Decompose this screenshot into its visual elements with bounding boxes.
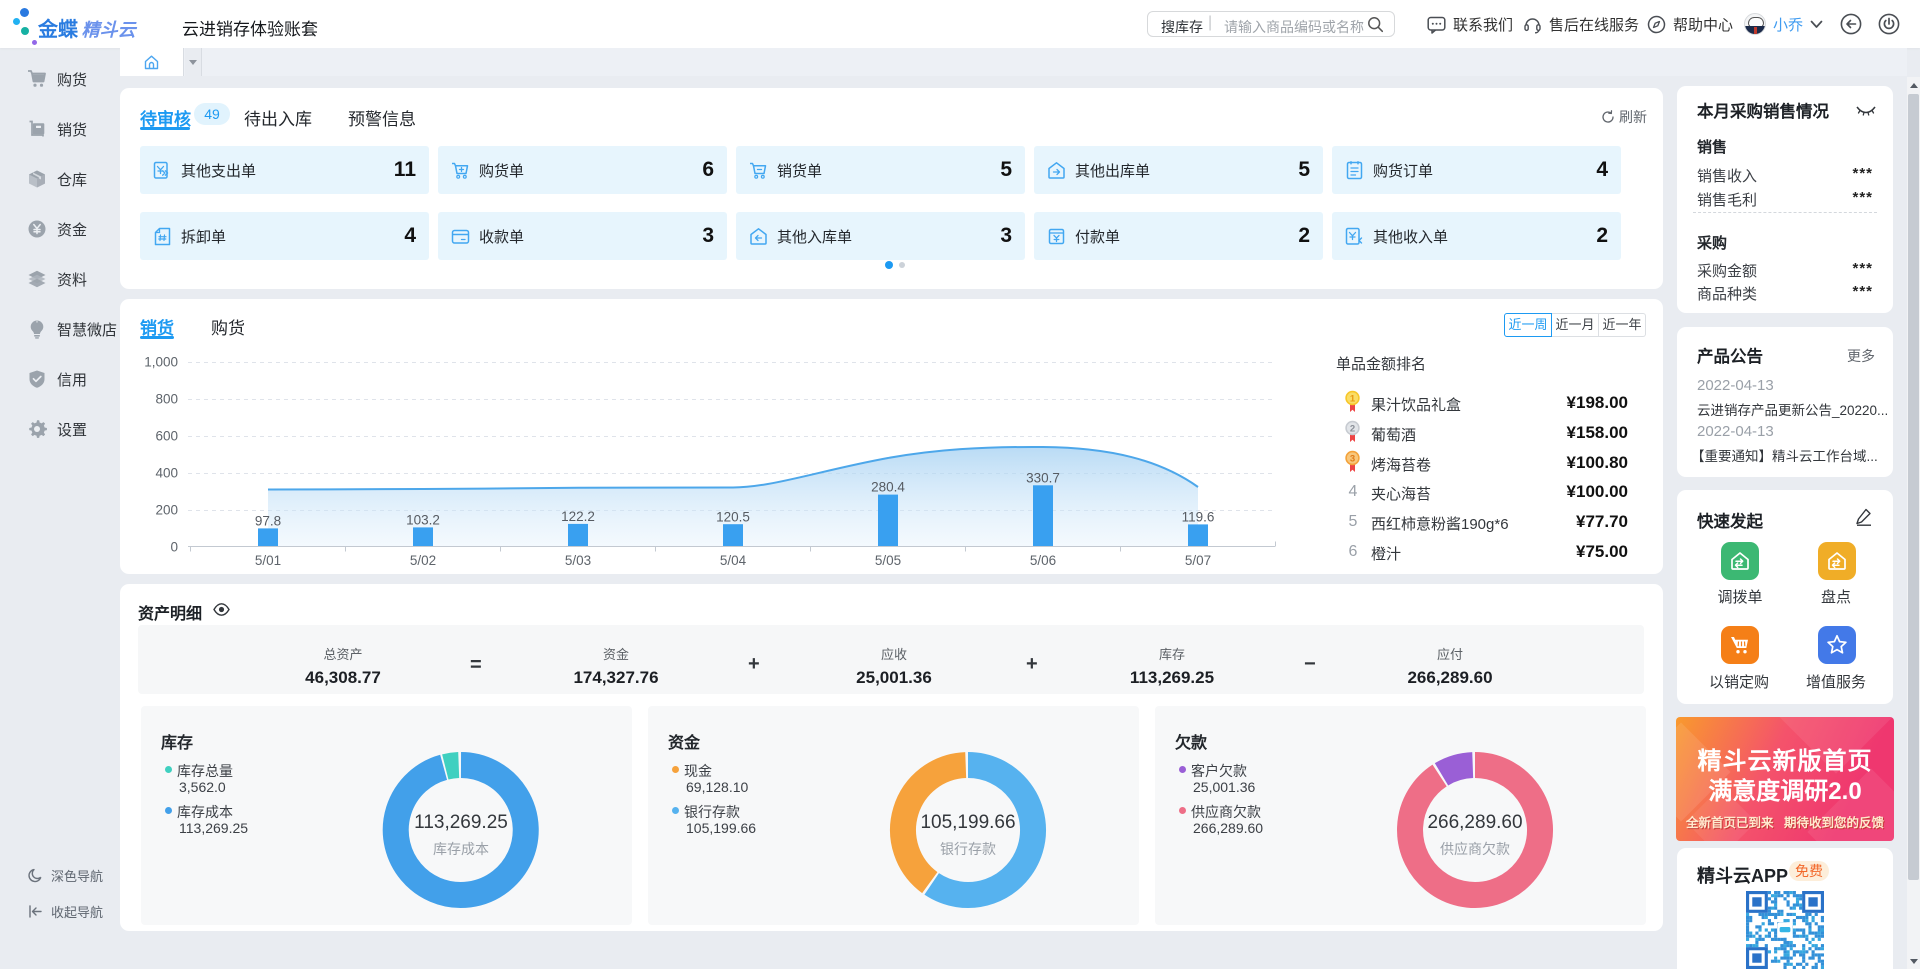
svg-text:103.2: 103.2 bbox=[406, 513, 440, 528]
svg-text:5/02: 5/02 bbox=[410, 553, 436, 568]
svg-text:3: 3 bbox=[1350, 453, 1355, 464]
svg-text:330.7: 330.7 bbox=[1026, 471, 1060, 486]
svg-text:5/04: 5/04 bbox=[720, 553, 747, 568]
svg-text:119.6: 119.6 bbox=[1182, 510, 1215, 525]
svg-text:5/01: 5/01 bbox=[255, 553, 281, 568]
svg-text:200: 200 bbox=[155, 503, 178, 518]
svg-text:120.5: 120.5 bbox=[716, 510, 750, 525]
svg-text:5/06: 5/06 bbox=[1030, 553, 1056, 568]
svg-text:97.8: 97.8 bbox=[255, 514, 281, 529]
svg-text:280.4: 280.4 bbox=[871, 480, 905, 495]
svg-text:5/05: 5/05 bbox=[875, 553, 901, 568]
svg-text:5/03: 5/03 bbox=[565, 553, 591, 568]
svg-text:400: 400 bbox=[155, 466, 178, 481]
svg-text:800: 800 bbox=[155, 392, 178, 407]
svg-text:1: 1 bbox=[1350, 393, 1356, 404]
svg-text:0: 0 bbox=[170, 540, 178, 555]
svg-text:1,000: 1,000 bbox=[144, 355, 178, 370]
svg-text:2: 2 bbox=[1350, 423, 1355, 434]
svg-text:5/07: 5/07 bbox=[1185, 553, 1211, 568]
svg-text:122.2: 122.2 bbox=[561, 509, 595, 524]
svg-text:600: 600 bbox=[155, 429, 178, 444]
